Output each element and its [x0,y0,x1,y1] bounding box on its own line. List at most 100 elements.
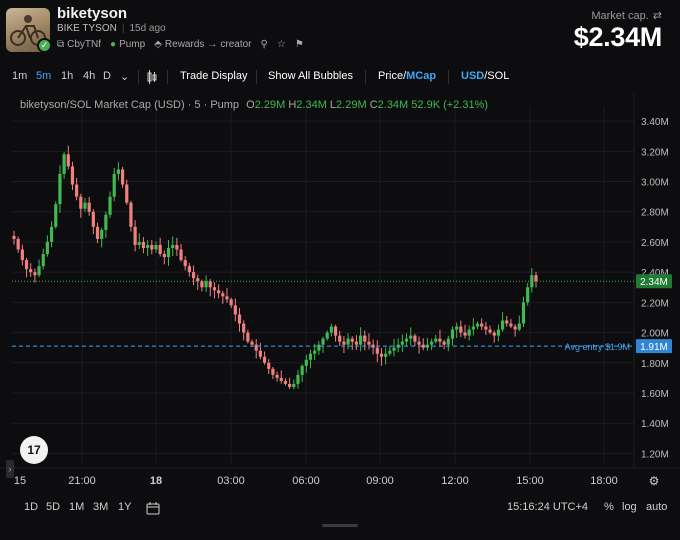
platform-name: Pump [119,39,146,50]
clock[interactable]: 15:16:24 UTC+4 [507,501,588,513]
interval-1h[interactable]: 1h [61,70,73,82]
range-3m[interactable]: 3M [93,501,108,513]
candle-body [430,341,434,345]
candle-body [20,249,24,261]
candle-body [321,338,325,345]
trade-display-button[interactable]: Trade Display [180,70,247,82]
pin-icon[interactable]: ⚲ [261,39,268,50]
legend-low: L2.29M [329,99,367,111]
candle-body [79,196,83,209]
pill-icon: ● [110,39,117,50]
show-bubbles-button[interactable]: Show All Bubbles [268,70,353,82]
candle-body [87,202,91,212]
ohlc-legend: biketyson/SOL Market Cap (USD) · 5 · Pum… [20,99,488,111]
x-tick-label: 03:00 [217,475,245,487]
candle-body [467,329,471,336]
legend-title: biketyson/SOL Market Cap (USD) · 5 · Pum… [20,99,240,111]
candle-body [359,335,363,345]
token-name: biketyson [57,5,128,22]
expand-left-icon[interactable]: › [6,460,14,478]
log-toggle[interactable]: log [622,501,637,513]
candle-body [58,173,62,205]
candle-body [400,341,404,345]
platform-chip[interactable]: ● Pump [110,39,145,50]
candle-body [133,226,137,245]
candle-body [154,244,158,250]
x-tick-label: 18 [150,475,162,487]
interval-4h[interactable]: 4h [83,70,95,82]
usd-sol-toggle[interactable]: USD/SOL [461,70,509,82]
candle-body [329,326,333,333]
rewards-chip[interactable]: ⬘ Rewards → creator [154,39,251,50]
resize-handle[interactable] [322,524,358,527]
y-tick-label: 2.00M [641,329,669,340]
candle-body [212,287,217,291]
candle-body [325,332,329,339]
candle-body [120,169,125,185]
range-1m[interactable]: 1M [69,501,84,513]
settings-gear-icon[interactable]: ⚙ [649,474,660,488]
token-header: ✓ biketyson BIKE TYSON | 15d ago ⧉ CbyTNf ●… [0,0,680,60]
copy-icon: ⧉ [57,39,65,50]
candle-body [438,338,442,342]
y-tick-label: 3.40M [641,117,669,128]
candle-body [100,229,104,239]
candle-body [500,320,505,330]
rewards-target: creator [220,39,252,50]
percent-toggle[interactable]: % [604,501,614,513]
token-age: 15d ago [129,23,166,34]
candle-body [409,335,413,339]
candle-body [221,293,225,297]
candles-icon[interactable] [146,70,158,87]
candle-body [354,341,359,345]
star-icon[interactable]: ☆ [277,39,286,50]
candle-body [33,272,37,276]
candle-body [166,247,171,258]
market-cap-value: $2.34M [573,22,663,52]
price-chart[interactable]: 3.40M3.20M3.00M2.80M2.60M2.40M2.20M2.00M… [0,94,680,494]
interval-d[interactable]: D [103,70,111,82]
calendar-icon[interactable] [146,501,160,518]
legend-high: H2.34M [288,99,327,111]
candle-body [317,344,321,351]
candle-body [350,338,354,342]
flag-icon[interactable]: ⚑ [295,39,304,50]
candle-body [308,353,313,360]
candle-body [41,254,45,267]
candle-body [388,350,392,354]
copy-address-chip[interactable]: ⧉ CbyTNf [57,39,101,50]
range-5d[interactable]: 5D [46,501,60,513]
candle-body [363,335,367,342]
candle-body [338,335,342,342]
y-tick-label: 1.60M [641,389,669,400]
candle-body [488,329,492,333]
candle-body [279,377,283,381]
y-tick-label: 1.40M [641,419,669,430]
interval-1m[interactable]: 1m [12,70,27,82]
candle-body [480,323,484,327]
candle-body [125,184,129,203]
candle-body [375,347,379,354]
candle-body [342,341,346,345]
interval-5m[interactable]: 5m [36,70,51,82]
price-label: Price [378,70,404,82]
candle-body [471,326,475,330]
auto-toggle[interactable]: auto [646,501,667,513]
candle-body [16,238,20,250]
candle-body [175,244,179,250]
candle-body [475,323,480,327]
price-mcap-toggle[interactable]: Price/MCap [378,70,436,82]
range-1y[interactable]: 1Y [118,501,131,513]
candle-body [217,290,221,294]
token-address: CbyTNf [67,39,102,50]
verified-check-icon: ✓ [37,38,52,53]
legend-close: C2.34M [369,99,409,111]
tradingview-logo-icon[interactable]: 17 [20,436,48,464]
range-1d[interactable]: 1D [24,501,38,513]
swap-icon[interactable]: ⇄ [653,10,662,22]
tag-icon: ⬘ [154,39,162,50]
interval-dropdown-icon[interactable]: ⌄ [120,70,129,83]
candle-body [288,383,292,387]
candle-body [141,241,146,248]
mcap-label: MCap [406,70,437,82]
